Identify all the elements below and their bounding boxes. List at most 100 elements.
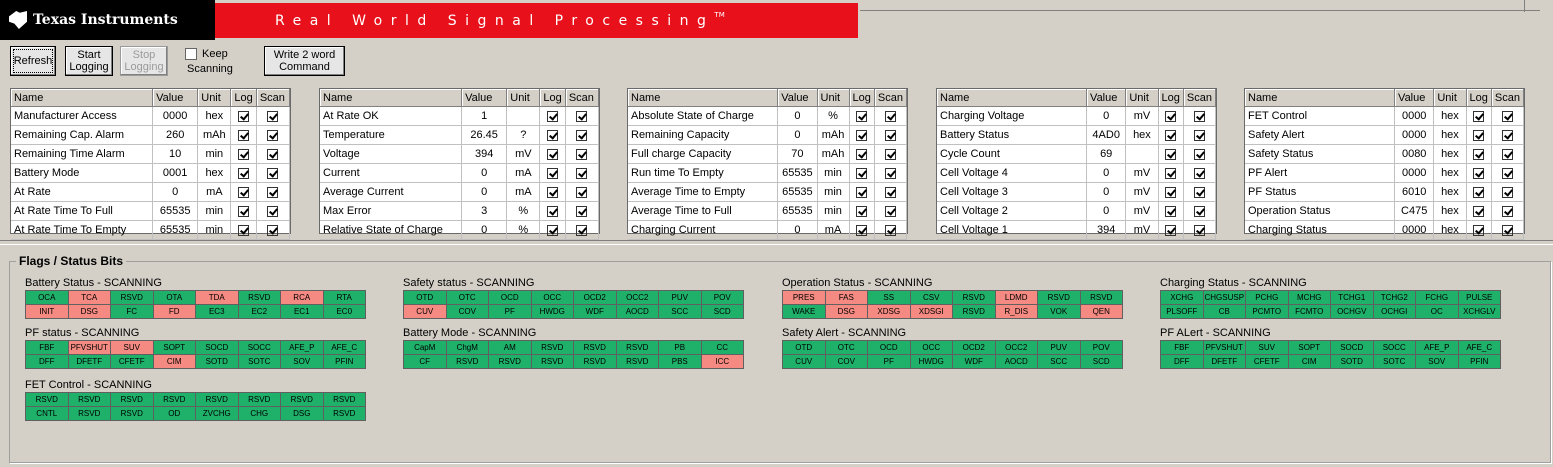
column-header[interactable]: Value — [1394, 89, 1435, 107]
log-checkbox[interactable] — [1165, 110, 1177, 122]
column-header[interactable]: Scan — [1491, 89, 1525, 107]
column-header[interactable]: Unit — [1433, 89, 1467, 107]
column-header[interactable]: Log — [230, 89, 257, 107]
scan-checkbox[interactable] — [1501, 129, 1513, 141]
log-checkbox[interactable] — [856, 224, 868, 236]
table-row[interactable]: Cell Voltage 1 394 mV — [937, 220, 1217, 240]
scan-checkbox[interactable] — [576, 186, 588, 198]
table-row[interactable]: Safety Status 0080 hex — [1245, 144, 1525, 164]
column-header[interactable]: Value — [461, 89, 508, 107]
column-header[interactable]: Scan — [565, 89, 600, 107]
table-row[interactable]: PF Status 6010 hex — [1245, 182, 1525, 202]
scan-checkbox[interactable] — [576, 167, 588, 179]
scan-checkbox[interactable] — [267, 205, 279, 217]
table-row[interactable]: PF Alert 0000 hex — [1245, 163, 1525, 183]
column-header[interactable]: Name — [937, 89, 1088, 107]
log-checkbox[interactable] — [547, 129, 559, 141]
stop-logging-button[interactable]: Stop Logging — [120, 46, 168, 76]
column-header[interactable]: Log — [1158, 89, 1184, 107]
log-checkbox[interactable] — [547, 167, 559, 179]
scan-checkbox[interactable] — [1193, 148, 1205, 160]
table-row[interactable]: Cycle Count 69 — [937, 144, 1217, 164]
table-row[interactable]: Cell Voltage 2 0 mV — [937, 201, 1217, 221]
table-row[interactable]: Charging Current 0 mA — [628, 220, 908, 240]
column-header[interactable]: Name — [1245, 89, 1396, 107]
log-checkbox[interactable] — [1473, 205, 1485, 217]
column-header[interactable]: Name — [11, 89, 154, 107]
column-header[interactable]: Value — [1086, 89, 1127, 107]
column-header[interactable]: Value — [152, 89, 199, 107]
scan-checkbox[interactable] — [576, 148, 588, 160]
log-checkbox[interactable] — [238, 186, 250, 198]
keep-scanning-checkbox[interactable] — [185, 48, 197, 60]
scan-checkbox[interactable] — [1193, 205, 1205, 217]
log-checkbox[interactable] — [547, 186, 559, 198]
scan-checkbox[interactable] — [1501, 110, 1513, 122]
log-checkbox[interactable] — [1165, 148, 1177, 160]
scan-checkbox[interactable] — [576, 129, 588, 141]
table-row[interactable]: Operation Status C475 hex — [1245, 201, 1525, 221]
log-checkbox[interactable] — [856, 148, 868, 160]
column-header[interactable]: Scan — [874, 89, 908, 107]
table-row[interactable]: Max Error 3% — [320, 201, 600, 221]
scan-checkbox[interactable] — [1501, 205, 1513, 217]
scan-checkbox[interactable] — [576, 110, 588, 122]
table-row[interactable]: At Rate Time To Full 65535 min — [11, 201, 291, 221]
scan-checkbox[interactable] — [576, 224, 588, 236]
log-checkbox[interactable] — [1473, 110, 1485, 122]
scan-checkbox[interactable] — [267, 129, 279, 141]
column-header[interactable]: Scan — [1183, 89, 1217, 107]
log-checkbox[interactable] — [547, 224, 559, 236]
column-header[interactable]: Unit — [197, 89, 232, 107]
column-header[interactable]: Unit — [506, 89, 541, 107]
log-checkbox[interactable] — [856, 186, 868, 198]
table-row[interactable]: Safety Alert 0000 hex — [1245, 125, 1525, 145]
scan-checkbox[interactable] — [267, 186, 279, 198]
table-row[interactable]: Battery Mode 0001 hex — [11, 163, 291, 183]
table-row[interactable]: Temperature 26.45? — [320, 125, 600, 145]
log-checkbox[interactable] — [547, 205, 559, 217]
table-row[interactable]: Full charge Capacity 70 mAh — [628, 144, 908, 164]
column-header[interactable]: Log — [539, 89, 566, 107]
column-header[interactable]: Log — [849, 89, 875, 107]
scan-checkbox[interactable] — [884, 186, 896, 198]
table-row[interactable]: At Rate 0 mA — [11, 182, 291, 202]
column-header[interactable]: Unit — [817, 89, 850, 107]
scan-checkbox[interactable] — [1501, 186, 1513, 198]
scan-checkbox[interactable] — [884, 110, 896, 122]
scan-checkbox[interactable] — [1193, 129, 1205, 141]
log-checkbox[interactable] — [856, 205, 868, 217]
scan-checkbox[interactable] — [1193, 186, 1205, 198]
table-row[interactable]: Absolute State of Charge 0% — [628, 106, 908, 126]
scan-checkbox[interactable] — [884, 148, 896, 160]
table-row[interactable]: Relative State of Charge 0% — [320, 220, 600, 240]
scan-checkbox[interactable] — [1193, 224, 1205, 236]
table-row[interactable]: FET Control 0000 hex — [1245, 106, 1525, 126]
table-row[interactable]: Remaining Cap. Alarm 260 mAh — [11, 125, 291, 145]
table-row[interactable]: Battery Status 4AD0 hex — [937, 125, 1217, 145]
table-row[interactable]: Charging Voltage 0 mV — [937, 106, 1217, 126]
log-checkbox[interactable] — [856, 167, 868, 179]
log-checkbox[interactable] — [238, 167, 250, 179]
column-header[interactable]: Log — [1466, 89, 1492, 107]
column-header[interactable]: Name — [628, 89, 779, 107]
table-row[interactable]: Average Time to Empty 65535 min — [628, 182, 908, 202]
column-header[interactable]: Value — [777, 89, 818, 107]
log-checkbox[interactable] — [1165, 129, 1177, 141]
scan-checkbox[interactable] — [884, 224, 896, 236]
start-logging-button[interactable]: Start Logging — [65, 46, 113, 76]
scan-checkbox[interactable] — [267, 224, 279, 236]
log-checkbox[interactable] — [1165, 186, 1177, 198]
table-row[interactable]: Remaining Time Alarm 10 min — [11, 144, 291, 164]
table-row[interactable]: Cell Voltage 4 0 mV — [937, 163, 1217, 183]
table-row[interactable]: Average Time to Full 65535 min — [628, 201, 908, 221]
column-header[interactable]: Scan — [256, 89, 291, 107]
table-row[interactable]: Run time To Empty 65535 min — [628, 163, 908, 183]
log-checkbox[interactable] — [238, 148, 250, 160]
log-checkbox[interactable] — [1473, 129, 1485, 141]
scan-checkbox[interactable] — [1501, 148, 1513, 160]
scan-checkbox[interactable] — [1193, 167, 1205, 179]
table-row[interactable]: Remaining Capacity 0 mAh — [628, 125, 908, 145]
table-row[interactable]: Current 0 mA — [320, 163, 600, 183]
log-checkbox[interactable] — [1473, 186, 1485, 198]
